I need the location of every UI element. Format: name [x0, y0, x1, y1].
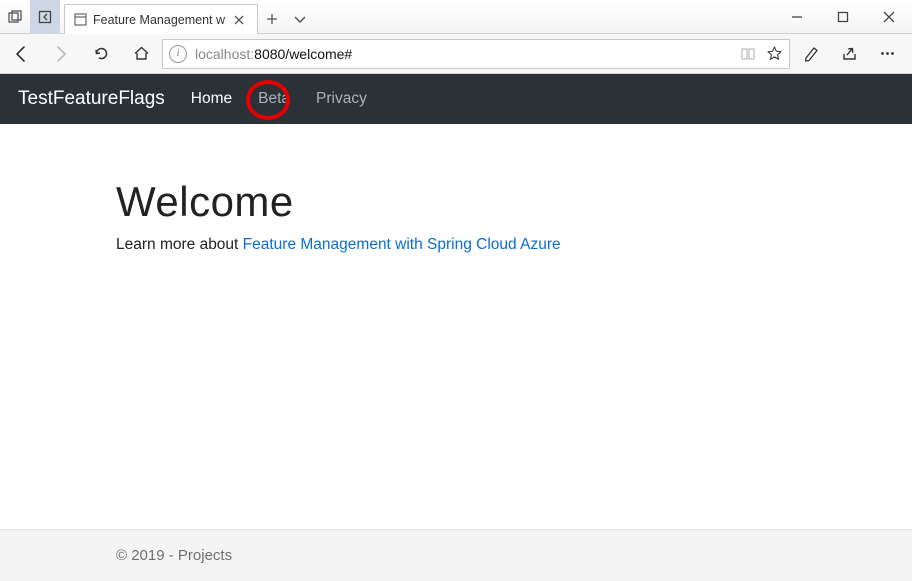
address-bar[interactable]: i localhost:8080/welcome# [162, 39, 790, 69]
tab-preview-toggle[interactable] [286, 4, 314, 34]
brand-title[interactable]: TestFeatureFlags [18, 88, 165, 110]
refresh-button[interactable] [82, 34, 120, 74]
page-icon [73, 13, 87, 27]
home-button[interactable] [122, 34, 160, 74]
new-tab-button[interactable] [258, 4, 286, 34]
more-button[interactable] [868, 34, 906, 74]
notes-button[interactable] [792, 34, 830, 74]
footer-text: © 2019 - Projects [116, 547, 232, 564]
site-info-icon[interactable]: i [169, 45, 187, 63]
url-path: 8080/welcome# [254, 46, 352, 62]
browser-tab[interactable]: Feature Management w [64, 4, 258, 34]
url-text: localhost:8080/welcome# [195, 46, 352, 62]
reading-view-icon[interactable] [740, 46, 756, 62]
page-content: Welcome Learn more about Feature Managem… [0, 124, 912, 529]
app-navbar: TestFeatureFlags Home Beta Privacy [0, 74, 912, 124]
window-minimize-button[interactable] [774, 0, 820, 34]
window-titlebar: Feature Management w [0, 0, 912, 34]
nav-link-home[interactable]: Home [191, 90, 232, 108]
favorites-star-icon[interactable] [766, 45, 783, 62]
recent-activity-button[interactable] [0, 0, 30, 34]
window-maximize-button[interactable] [820, 0, 866, 34]
nav-link-privacy[interactable]: Privacy [316, 90, 367, 108]
set-aside-tabs-button[interactable] [30, 0, 60, 34]
close-tab-button[interactable] [231, 12, 247, 28]
page-title: Welcome [116, 178, 796, 226]
window-close-button[interactable] [866, 0, 912, 34]
url-host-muted: localhost: [195, 46, 254, 62]
page-footer: © 2019 - Projects [0, 529, 912, 581]
lead-link[interactable]: Feature Management with Spring Cloud Azu… [243, 236, 561, 253]
lead-paragraph: Learn more about Feature Management with… [116, 236, 796, 254]
share-button[interactable] [830, 34, 868, 74]
lead-text: Learn more about [116, 236, 243, 253]
tab-title: Feature Management w [93, 13, 225, 27]
nav-link-beta[interactable]: Beta [258, 90, 290, 107]
back-button[interactable] [2, 34, 40, 74]
forward-button[interactable] [42, 34, 80, 74]
browser-toolbar: i localhost:8080/welcome# [0, 34, 912, 74]
